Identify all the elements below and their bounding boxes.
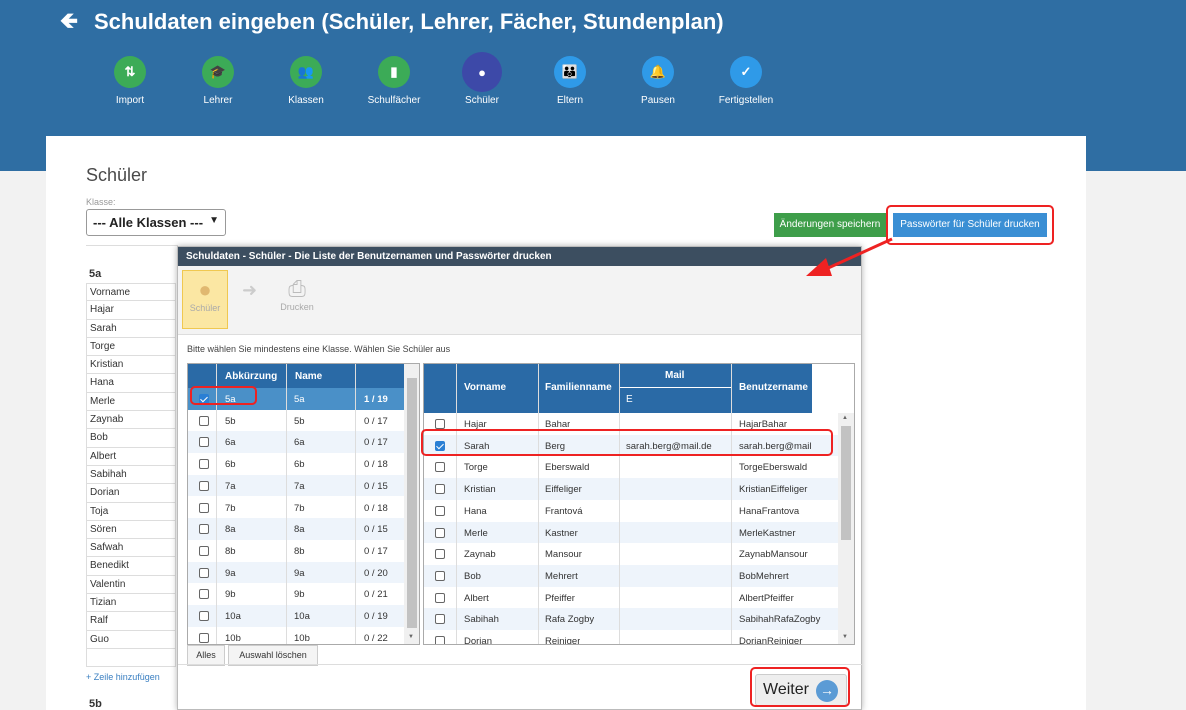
annotation-arrow — [806, 237, 893, 276]
